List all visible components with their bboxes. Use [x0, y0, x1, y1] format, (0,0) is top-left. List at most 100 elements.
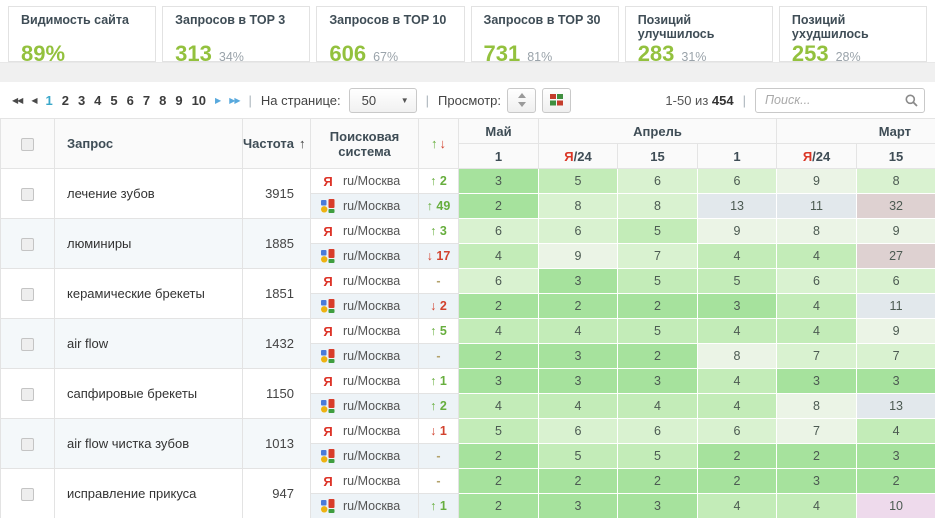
yandex-letter-icon: Я: [803, 149, 812, 164]
row-select-cell: [1, 319, 55, 369]
day-column-header: 1: [698, 144, 777, 169]
query-cell: керамические брекеты: [55, 269, 243, 319]
card-percent: 67%: [373, 50, 398, 62]
first-page-button[interactable]: ◀◀: [12, 96, 22, 105]
page-number[interactable]: 10: [192, 93, 206, 108]
per-page-select[interactable]: 50 ▼: [349, 88, 417, 113]
card-title: Запросов в TOP 30: [484, 13, 606, 42]
engine-row: ru/Москва: [321, 399, 418, 413]
position-cell: 4: [698, 319, 777, 344]
query-column-header[interactable]: Запрос: [55, 119, 243, 169]
position-cell: 7: [777, 344, 857, 369]
yandex-letter-icon: Я: [564, 149, 573, 164]
month-group-header: Март: [777, 119, 935, 144]
select-all-checkbox[interactable]: [21, 138, 34, 151]
position-cell: 8: [618, 194, 698, 219]
search-input[interactable]: [755, 88, 925, 113]
position-cell: 4: [459, 319, 539, 344]
page-number[interactable]: 6: [127, 93, 134, 108]
engine-cell: ru/Москва: [311, 244, 419, 269]
row-checkbox[interactable]: [21, 238, 34, 251]
frequency-cell: 1150: [243, 369, 311, 419]
position-cell: 6: [618, 169, 698, 194]
summary-card: Позиций улучшилось28331%: [625, 6, 773, 62]
position-cell: 6: [539, 419, 618, 444]
card-value: 606: [329, 43, 366, 62]
color-grid-view-button[interactable]: [542, 88, 571, 113]
position-cell: 4: [618, 394, 698, 419]
summary-card: Позиций ухудшилось25328%: [779, 6, 927, 62]
yandex-icon: Я: [321, 274, 335, 289]
google-icon: [321, 299, 335, 313]
engine-region: ru/Москва: [343, 324, 400, 338]
chevron-down-icon: ▼: [401, 96, 409, 105]
page-number[interactable]: 7: [143, 93, 150, 108]
last-page-button[interactable]: ▶▶: [229, 96, 239, 105]
row-checkbox[interactable]: [21, 438, 34, 451]
engine-cell: ru/Москва: [311, 494, 419, 518]
yandex-icon: Я: [321, 324, 335, 339]
position-cell: 2: [857, 469, 935, 494]
card-value-row: 31334%: [175, 43, 297, 62]
query-cell: лечение зубов: [55, 169, 243, 219]
card-percent: 31%: [681, 50, 706, 62]
engine-cell: Яru/Москва: [311, 419, 419, 444]
engine-cell: Яru/Москва: [311, 369, 419, 394]
page-number[interactable]: 9: [175, 93, 182, 108]
card-value-row: 606 67%: [329, 43, 451, 62]
engine-row: Яru/Москва: [321, 174, 418, 189]
change-column-header[interactable]: ↑↓: [419, 119, 459, 169]
card-value: 313: [175, 43, 212, 62]
engine-cell: ru/Москва: [311, 294, 419, 319]
position-cell: 5: [539, 169, 618, 194]
position-cell: 3: [777, 469, 857, 494]
yandex-icon: Я: [321, 174, 335, 189]
position-cell: 3: [459, 369, 539, 394]
query-cell: air flow: [55, 319, 243, 369]
summary-card: Запросов в TOP 3073181%: [471, 6, 619, 62]
card-percent: 28%: [836, 50, 861, 62]
select-all-header: [1, 119, 55, 169]
row-checkbox[interactable]: [21, 338, 34, 351]
next-page-button[interactable]: ▶: [215, 96, 220, 105]
position-cell: 3: [539, 369, 618, 394]
position-cell: 5: [618, 269, 698, 294]
yandex-icon: Я: [321, 224, 335, 239]
pagination: ◀◀◀12345678910▶▶▶: [12, 93, 240, 108]
card-value-row: 25328%: [792, 43, 914, 62]
page-number[interactable]: 2: [62, 93, 69, 108]
card-title: Позиций улучшилось: [638, 13, 760, 42]
card-value-row: 89%: [21, 43, 143, 62]
page-number[interactable]: 1: [45, 93, 52, 108]
engine-region: ru/Москва: [343, 374, 400, 388]
position-cell: 7: [618, 244, 698, 269]
engine-cell: Яru/Москва: [311, 469, 419, 494]
position-cell: 2: [459, 469, 539, 494]
page-number[interactable]: 4: [94, 93, 101, 108]
row-checkbox[interactable]: [21, 188, 34, 201]
page-number[interactable]: 3: [78, 93, 85, 108]
frequency-cell: 1885: [243, 219, 311, 269]
row-checkbox[interactable]: [21, 488, 34, 501]
page-number[interactable]: 5: [110, 93, 117, 108]
row-checkbox[interactable]: [21, 288, 34, 301]
position-cell: 13: [857, 394, 935, 419]
position-cell: 4: [539, 394, 618, 419]
row-checkbox[interactable]: [21, 388, 34, 401]
positions-page: Видимость сайта89%Запросов в TOP 331334%…: [0, 0, 935, 518]
collapse-rows-button[interactable]: [507, 88, 536, 113]
engine-row: Яru/Москва: [321, 374, 418, 389]
position-cell: 3: [459, 169, 539, 194]
position-cell: 5: [618, 219, 698, 244]
position-cell: 2: [459, 294, 539, 319]
engine-cell: ru/Москва: [311, 344, 419, 369]
frequency-column-header[interactable]: Частота↑: [243, 119, 311, 169]
change-cell: ↓ 1: [419, 419, 459, 444]
page-number[interactable]: 8: [159, 93, 166, 108]
position-cell: 2: [618, 469, 698, 494]
day-column-header: 15: [857, 144, 935, 169]
prev-page-button[interactable]: ◀: [31, 96, 36, 105]
summary-card: Запросов в TOP 331334%: [162, 6, 310, 62]
position-cell: 2: [698, 444, 777, 469]
position-cell: 2: [618, 294, 698, 319]
